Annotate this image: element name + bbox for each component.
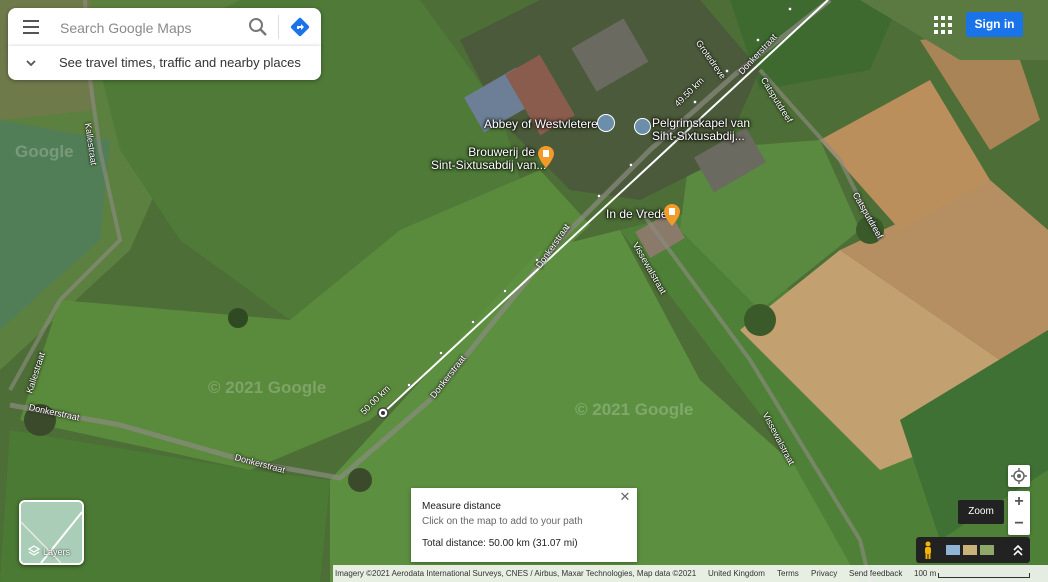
close-icon[interactable]: ✕ — [619, 490, 631, 503]
directions-icon[interactable] — [289, 16, 311, 38]
poi-in-de-vrede[interactable]: In de Vrede — [606, 208, 668, 221]
divider — [278, 15, 279, 39]
imagery-thumbnail[interactable] — [963, 545, 977, 555]
chevron-down-icon[interactable] — [24, 56, 38, 70]
measure-distance-card: Measure distance Click on the map to add… — [411, 488, 637, 562]
imagery-thumbnail[interactable] — [980, 545, 994, 555]
scale-bar — [938, 573, 1030, 578]
zoom-in-button[interactable]: + — [1008, 491, 1030, 513]
sign-in-button[interactable]: Sign in — [966, 12, 1023, 37]
google-watermark: Google — [15, 142, 74, 161]
scale-label[interactable]: 100 m — [914, 565, 936, 582]
poi-label: Abbey of Westvleteren — [484, 117, 605, 131]
search-panel — [8, 8, 321, 47]
google-watermark: © 2021 Google — [575, 400, 694, 419]
imagery-credit: Imagery ©2021 Aerodata International Sur… — [335, 569, 697, 578]
beer-icon[interactable] — [664, 204, 680, 226]
zoom-out-button[interactable]: − — [1008, 513, 1030, 535]
attribution-bar: Imagery ©2021 Aerodata International Sur… — [333, 565, 1048, 582]
poi-brouwerij[interactable]: Brouwerij de Sint-Sixtusabdij van... — [431, 146, 547, 172]
poi-label: In de Vrede — [606, 207, 668, 221]
measure-total: Total distance: 50.00 km (31.07 mi) — [422, 538, 578, 549]
layers-label: Layers — [43, 547, 71, 557]
terms-link[interactable]: Terms — [777, 565, 799, 582]
send-feedback-link[interactable]: Send feedback — [849, 565, 902, 582]
abbey-icon[interactable] — [597, 114, 615, 132]
my-location-icon — [1011, 468, 1027, 484]
pegman-icon[interactable] — [922, 541, 934, 559]
beer-icon[interactable] — [538, 146, 554, 168]
poi-abbey-of-westvleteren[interactable]: Abbey of Westvleteren — [484, 118, 605, 131]
travel-times-link[interactable]: See travel times, traffic and nearby pla… — [59, 55, 301, 70]
layers-button[interactable]: Layers — [19, 500, 84, 565]
search-icon[interactable] — [248, 17, 268, 37]
travel-panel[interactable]: See travel times, traffic and nearby pla… — [8, 46, 321, 80]
measure-title: Measure distance — [422, 501, 501, 512]
measure-hint: Click on the map to add to your path — [422, 516, 583, 527]
chapel-icon[interactable] — [634, 118, 651, 135]
street-view-controls — [916, 537, 1030, 563]
google-watermark: © 2021 Google — [208, 378, 327, 397]
poi-label-line: Sint-Sixtusabdij... — [652, 129, 745, 143]
zoom-tooltip: Zoom — [958, 500, 1004, 524]
apps-grid-icon[interactable] — [934, 16, 952, 34]
poi-label-line: Sint-Sixtusabdij van... — [431, 158, 547, 172]
my-location-button[interactable] — [1008, 465, 1030, 487]
poi-pelgrimskapel[interactable]: Pelgrimskapel van Sint-Sixtusabdij... — [652, 117, 750, 143]
imagery-thumbnail[interactable] — [946, 545, 960, 555]
hamburger-menu-icon[interactable] — [23, 20, 39, 34]
layers-icon — [28, 545, 40, 556]
search-input[interactable] — [58, 16, 242, 40]
expand-icon[interactable] — [1012, 543, 1024, 557]
privacy-link[interactable]: Privacy — [811, 565, 837, 582]
region-link[interactable]: United Kingdom — [708, 565, 765, 582]
zoom-controls: + − — [1008, 491, 1030, 535]
